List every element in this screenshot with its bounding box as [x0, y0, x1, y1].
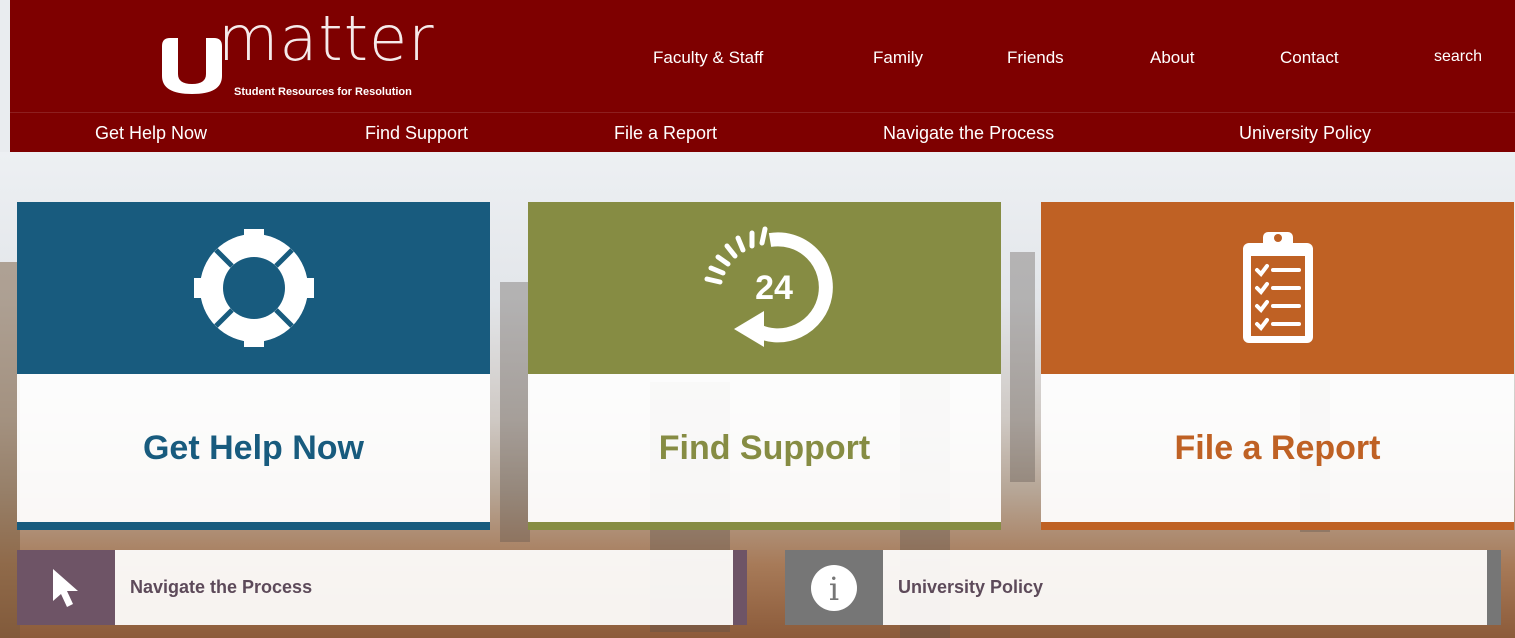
info-icon: i	[811, 564, 857, 611]
tile-get-help-now-label: Get Help Now	[142, 428, 365, 467]
24-hour-icon: 24	[704, 226, 833, 347]
tile-find-support-bar	[528, 522, 1001, 530]
tile-find-support-body: Find Support	[528, 374, 1001, 522]
subnav-navigate-the-process[interactable]: Navigate the Process	[883, 123, 1054, 144]
tile-find-support-header: 24	[528, 202, 1001, 374]
navigate-edge-bar	[733, 550, 747, 625]
logo-tagline: Student Resources for Resolution	[234, 86, 412, 98]
info-icon-text: i	[829, 570, 839, 608]
nav-faculty-staff[interactable]: Faculty & Staff	[653, 48, 763, 68]
umatter-logo[interactable]: matter Student Resources for Resolution	[148, 8, 508, 106]
tile-file-a-report-bar	[1041, 522, 1514, 530]
cursor-arrow-icon	[53, 568, 78, 607]
tile-get-help-now-body: Get Help Now	[17, 374, 490, 522]
nav-contact[interactable]: Contact	[1280, 48, 1339, 68]
search-link[interactable]: search	[1434, 48, 1482, 66]
policy-icon-box: i	[785, 550, 883, 625]
tile-find-support[interactable]: 24 Find Support	[528, 202, 1001, 530]
tile-get-help-now-header	[17, 202, 490, 374]
tile-file-a-report[interactable]: File a Report	[1041, 202, 1514, 530]
subnav-get-help-now[interactable]: Get Help Now	[95, 123, 207, 144]
tile-file-a-report-label: File a Report	[1174, 428, 1381, 467]
nav-about[interactable]: About	[1150, 48, 1194, 68]
tile-get-help-now[interactable]: Get Help Now	[17, 202, 490, 530]
tile-file-a-report-header	[1041, 202, 1514, 374]
subnav-find-support[interactable]: Find Support	[365, 123, 468, 144]
tile-get-help-now-bar	[17, 522, 490, 530]
tile-file-a-report-body: File a Report	[1041, 374, 1514, 522]
subnav-university-policy[interactable]: University Policy	[1239, 123, 1371, 144]
nav-friends[interactable]: Friends	[1007, 48, 1064, 68]
lifebuoy-icon	[193, 229, 314, 347]
navigate-icon-box	[17, 550, 115, 625]
tile-find-support-label: Find Support	[658, 428, 871, 467]
subnav-file-a-report[interactable]: File a Report	[614, 123, 717, 144]
24-hour-icon-text: 24	[755, 269, 793, 307]
link-university-policy-label: University Policy	[898, 577, 1044, 597]
policy-edge-bar	[1487, 550, 1501, 625]
site-header: matter Student Resources for Resolution …	[10, 0, 1515, 112]
logo-wordmark: matter	[218, 2, 435, 75]
nav-family[interactable]: Family	[873, 48, 923, 68]
link-university-policy[interactable]: i University Policy	[785, 550, 1501, 625]
link-navigate-the-process[interactable]: Navigate the Process	[17, 550, 747, 625]
primary-nav: Get Help Now Find Support File a Report …	[10, 112, 1515, 153]
clipboard-icon	[1242, 232, 1313, 343]
link-navigate-the-process-label: Navigate the Process	[130, 577, 313, 597]
